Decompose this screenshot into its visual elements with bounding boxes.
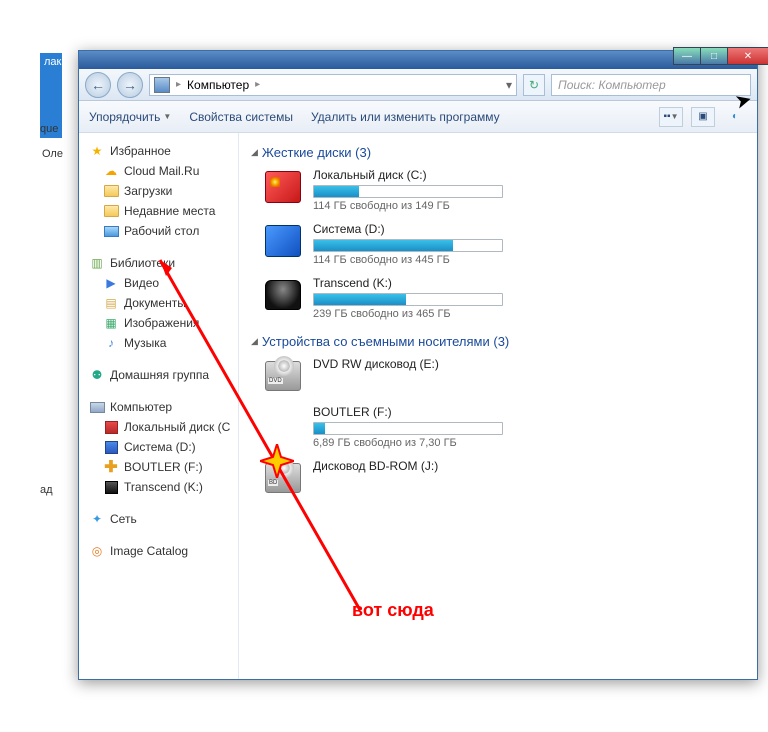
- music-icon: ♪: [103, 335, 119, 351]
- sidebar-item-pictures[interactable]: ▦Изображения: [89, 313, 238, 333]
- annotation-star-marker: [260, 444, 294, 478]
- homegroup-icon: ⚉: [89, 367, 105, 383]
- close-button[interactable]: ✕: [727, 47, 768, 65]
- maximize-button[interactable]: □: [700, 47, 728, 65]
- computer-icon: [154, 77, 170, 93]
- sidebar-network[interactable]: ✦Сеть: [89, 509, 238, 529]
- star-icon: ★: [89, 143, 105, 159]
- sidebar-item-documents[interactable]: ▤Документы: [89, 293, 238, 313]
- hdd-icon: [263, 276, 303, 314]
- view-options-button[interactable]: ▪▪▼: [659, 107, 683, 127]
- drive-item-c[interactable]: Локальный диск (C:) 114 ГБ свободно из 1…: [263, 168, 745, 212]
- computer-icon: [89, 399, 105, 415]
- document-icon: ▤: [103, 295, 119, 311]
- capacity-bar: [313, 422, 503, 435]
- removable-group-header[interactable]: ◢Устройства со съемными носителями (3): [251, 330, 745, 357]
- background-window: лако que Оле ад: [0, 48, 80, 698]
- annotation-text: вот сюда: [352, 600, 434, 621]
- forward-button[interactable]: →: [117, 72, 143, 98]
- explorer-window: — □ ✕ ← → ▸ Компьютер ▸ ▾ ↻ Поиск: Компь…: [78, 50, 758, 680]
- folder-icon: [103, 203, 119, 219]
- nav-row: ← → ▸ Компьютер ▸ ▾ ↻ Поиск: Компьютер: [79, 69, 757, 101]
- capacity-bar: [313, 239, 503, 252]
- catalog-icon: ◎: [89, 543, 105, 559]
- back-button[interactable]: ←: [85, 72, 111, 98]
- sidebar-item-drive-f[interactable]: ✚BOUTLER (F:): [89, 457, 238, 477]
- monitor-icon: [103, 223, 119, 239]
- titlebar[interactable]: — □ ✕: [79, 51, 757, 69]
- organize-menu[interactable]: Упорядочить▼: [89, 110, 171, 124]
- drive-item-boutler[interactable]: BOUTLER (F:) 6,89 ГБ свободно из 7,30 ГБ: [263, 405, 745, 449]
- sidebar-item-desktop[interactable]: Рабочий стол: [89, 221, 238, 241]
- address-bar[interactable]: ▸ Компьютер ▸ ▾: [149, 74, 517, 96]
- sidebar-item-videos[interactable]: ▶Видео: [89, 273, 238, 293]
- bg-text: que: [40, 123, 58, 135]
- preview-pane-button[interactable]: ▣: [691, 107, 715, 127]
- toolbar: Упорядочить▼ Свойства системы Удалить ил…: [79, 101, 757, 133]
- breadcrumb-root[interactable]: Компьютер: [187, 78, 249, 92]
- removable-drive-icon: [263, 405, 303, 443]
- drive-item-bdrom[interactable]: BD Дисковод BD-ROM (J:): [263, 459, 745, 497]
- bg-text: ад: [40, 484, 53, 496]
- sidebar-item-drive-k[interactable]: Transcend (K:): [89, 477, 238, 497]
- chevron-right-icon: ▸: [176, 79, 181, 90]
- hdd-group-header[interactable]: ◢Жесткие диски (3): [251, 141, 745, 168]
- drive-icon: [103, 479, 119, 495]
- sidebar-homegroup[interactable]: ⚉Домашняя группа: [89, 365, 238, 385]
- sidebar-item-music[interactable]: ♪Музыка: [89, 333, 238, 353]
- picture-icon: ▦: [103, 315, 119, 331]
- chevron-right-icon: ▸: [255, 79, 260, 90]
- dvd-drive-icon: DVD: [263, 357, 303, 395]
- drive-icon: [103, 419, 119, 435]
- sidebar: ★ Избранное ☁Cloud Mail.Ru Загрузки Неда…: [79, 133, 239, 679]
- sidebar-item-recent[interactable]: Недавние места: [89, 201, 238, 221]
- hdd-icon: [263, 222, 303, 260]
- cloud-icon: ☁: [103, 163, 119, 179]
- hdd-icon: [263, 168, 303, 206]
- folder-icon: [103, 183, 119, 199]
- sidebar-libraries-header[interactable]: ▥ Библиотеки: [89, 253, 238, 273]
- capacity-bar: [313, 293, 503, 306]
- video-icon: ▶: [103, 275, 119, 291]
- drive-icon: ✚: [103, 459, 119, 475]
- capacity-bar: [313, 185, 503, 198]
- minimize-button[interactable]: —: [673, 47, 701, 65]
- sidebar-computer-header[interactable]: Компьютер: [89, 397, 238, 417]
- sidebar-item-drive-d[interactable]: Система (D:): [89, 437, 238, 457]
- drive-item-k[interactable]: Transcend (K:) 239 ГБ свободно из 465 ГБ: [263, 276, 745, 320]
- bg-text: лако: [44, 56, 68, 68]
- refresh-button[interactable]: ↻: [523, 74, 545, 96]
- sidebar-item-cloud[interactable]: ☁Cloud Mail.Ru: [89, 161, 238, 181]
- bg-text: Оле: [42, 148, 63, 160]
- system-properties-button[interactable]: Свойства системы: [189, 110, 293, 124]
- uninstall-program-button[interactable]: Удалить или изменить программу: [311, 110, 500, 124]
- dropdown-icon[interactable]: ▾: [506, 78, 512, 92]
- drive-icon: [103, 439, 119, 455]
- sidebar-image-catalog[interactable]: ◎Image Catalog: [89, 541, 238, 561]
- drive-item-dvd[interactable]: DVD DVD RW дисковод (E:): [263, 357, 745, 395]
- sidebar-favorites-header[interactable]: ★ Избранное: [89, 141, 238, 161]
- sidebar-item-downloads[interactable]: Загрузки: [89, 181, 238, 201]
- drive-item-d[interactable]: Система (D:) 114 ГБ свободно из 445 ГБ: [263, 222, 745, 266]
- libraries-icon: ▥: [89, 255, 105, 271]
- network-icon: ✦: [89, 511, 105, 527]
- main-pane: ◢Жесткие диски (3) Локальный диск (C:) 1…: [239, 133, 757, 679]
- sidebar-item-drive-c[interactable]: Локальный диск (C: [89, 417, 238, 437]
- search-input[interactable]: Поиск: Компьютер: [551, 74, 751, 96]
